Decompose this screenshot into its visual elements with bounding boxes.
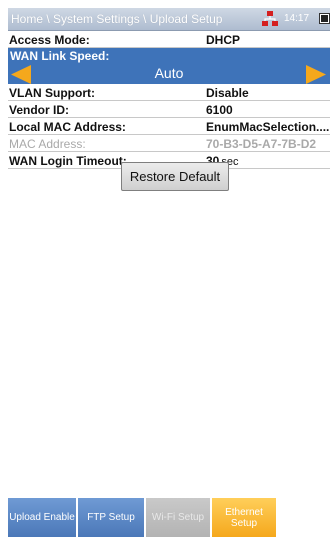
wan-link-speed-value: Auto — [154, 65, 184, 81]
row-vendor-id[interactable]: Vendor ID: 6100 — [8, 101, 330, 118]
local-mac-address-label: Local MAC Address: — [9, 120, 126, 134]
tab-upload-enable[interactable]: Upload Enable — [8, 498, 76, 537]
mac-address-value: 70-B3-D5-A7-7B-D2 — [206, 137, 317, 151]
row-vlan-support[interactable]: VLAN Support: Disable — [8, 84, 330, 101]
wan-link-speed-label: WAN Link Speed: — [10, 49, 110, 63]
tab-wifi-setup: Wi-Fi Setup — [146, 498, 210, 537]
vendor-id-value: 6100 — [206, 103, 233, 117]
row-local-mac-address[interactable]: Local MAC Address: EnumMacSelection.... — [8, 118, 330, 135]
restore-default-button[interactable]: Restore Default — [121, 162, 229, 191]
network-icon — [262, 11, 278, 26]
screen: Home \ System Settings \ Upload Setup 14… — [8, 8, 330, 537]
wan-login-timeout-label: WAN Login Timeout: — [9, 154, 127, 168]
header-bar: Home \ System Settings \ Upload Setup 14… — [8, 8, 330, 31]
access-mode-value: DHCP — [206, 33, 241, 47]
breadcrumb[interactable]: Home \ System Settings \ Upload Setup — [11, 12, 222, 26]
vlan-support-value: Disable — [206, 86, 249, 100]
local-mac-address-value: EnumMacSelection.... — [206, 120, 330, 134]
tab-ethernet-setup[interactable]: Ethernet Setup — [212, 498, 276, 537]
arrow-right-icon[interactable] — [306, 65, 326, 84]
tab-ftp-setup[interactable]: FTP Setup — [78, 498, 144, 537]
clock: 14:17 — [284, 13, 310, 24]
mac-address-label: MAC Address: — [9, 137, 86, 151]
row-access-mode[interactable]: Access Mode: DHCP — [8, 31, 330, 48]
wan-link-speed-selector[interactable]: WAN Link Speed: Auto — [8, 48, 330, 84]
access-mode-label: Access Mode: — [9, 33, 90, 47]
vendor-id-label: Vendor ID: — [9, 103, 70, 117]
battery-icon — [319, 13, 330, 24]
row-mac-address: MAC Address: 70-B3-D5-A7-7B-D2 — [8, 135, 330, 152]
footer-tab-bar: Upload Enable FTP Setup Wi-Fi Setup Ethe… — [8, 498, 330, 537]
vlan-support-label: VLAN Support: — [9, 86, 95, 100]
